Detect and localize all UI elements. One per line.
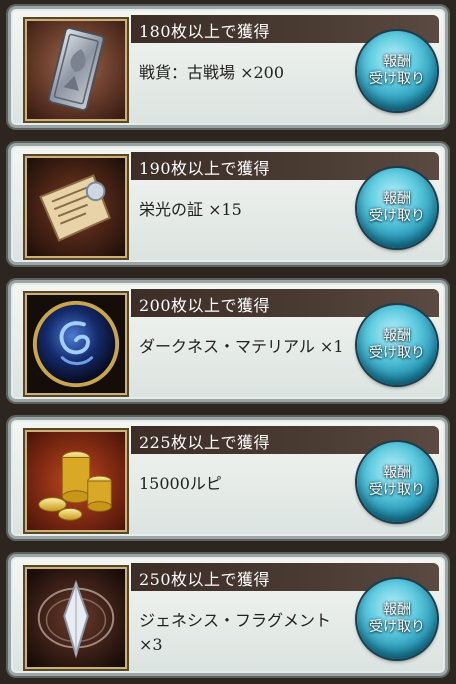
claim-reward-button[interactable]: 報酬 受け取り	[357, 579, 437, 659]
claim-reward-button[interactable]: 報酬 受け取り	[357, 168, 437, 248]
reward-list: 180枚以上で獲得 戦貨：古戦場 ×200 報酬 受け取り 190枚以上で獲得 …	[0, 0, 456, 684]
gold-coins-icon	[25, 430, 127, 532]
dark-orb-icon	[25, 293, 127, 395]
reward-threshold: 250枚以上で獲得	[139, 570, 271, 589]
claim-button-label-line1: 報酬	[383, 465, 411, 481]
reward-card: 200枚以上で獲得 ダークネス・マテリアル ×1 報酬 受け取り	[8, 280, 448, 402]
reward-item: ダークネス・マテリアル ×1	[139, 337, 344, 356]
parchment-scroll-icon	[25, 156, 127, 258]
reward-item: ジェネシス・フラグメント ×3	[139, 611, 332, 654]
claim-reward-button[interactable]: 報酬 受け取り	[357, 305, 437, 385]
claim-button-label-line2: 受け取り	[369, 208, 425, 224]
claim-button-label-line1: 報酬	[383, 54, 411, 70]
claim-reward-button[interactable]: 報酬 受け取り	[357, 31, 437, 111]
claim-button-label-line2: 受け取り	[369, 71, 425, 87]
reward-card: 225枚以上で獲得 15000ルピ 報酬 受け取り	[8, 417, 448, 539]
reward-card: 250枚以上で獲得 ジェネシス・フラグメント ×3 報酬 受け取り	[8, 554, 448, 676]
reward-card: 190枚以上で獲得 栄光の証 ×15 報酬 受け取り	[8, 143, 448, 265]
reward-item: 栄光の証 ×15	[139, 200, 242, 219]
reward-card: 180枚以上で獲得 戦貨：古戦場 ×200 報酬 受け取り	[8, 6, 448, 128]
claim-button-label-line2: 受け取り	[369, 482, 425, 498]
claim-reward-button[interactable]: 報酬 受け取り	[357, 442, 437, 522]
claim-button-label-line1: 報酬	[383, 191, 411, 207]
claim-button-label-line2: 受け取り	[369, 345, 425, 361]
reward-threshold: 190枚以上で獲得	[139, 159, 271, 178]
reward-item: 15000ルピ	[139, 474, 222, 493]
reward-threshold: 200枚以上で獲得	[139, 296, 271, 315]
claim-button-label-line2: 受け取り	[369, 619, 425, 635]
battle-medal-icon	[25, 19, 127, 121]
claim-button-label-line1: 報酬	[383, 328, 411, 344]
reward-threshold: 225枚以上で獲得	[139, 433, 271, 452]
claim-button-label-line1: 報酬	[383, 602, 411, 618]
reward-threshold: 180枚以上で獲得	[139, 22, 271, 41]
reward-item: 戦貨：古戦場 ×200	[139, 63, 285, 82]
crystal-fragment-icon	[25, 567, 127, 669]
